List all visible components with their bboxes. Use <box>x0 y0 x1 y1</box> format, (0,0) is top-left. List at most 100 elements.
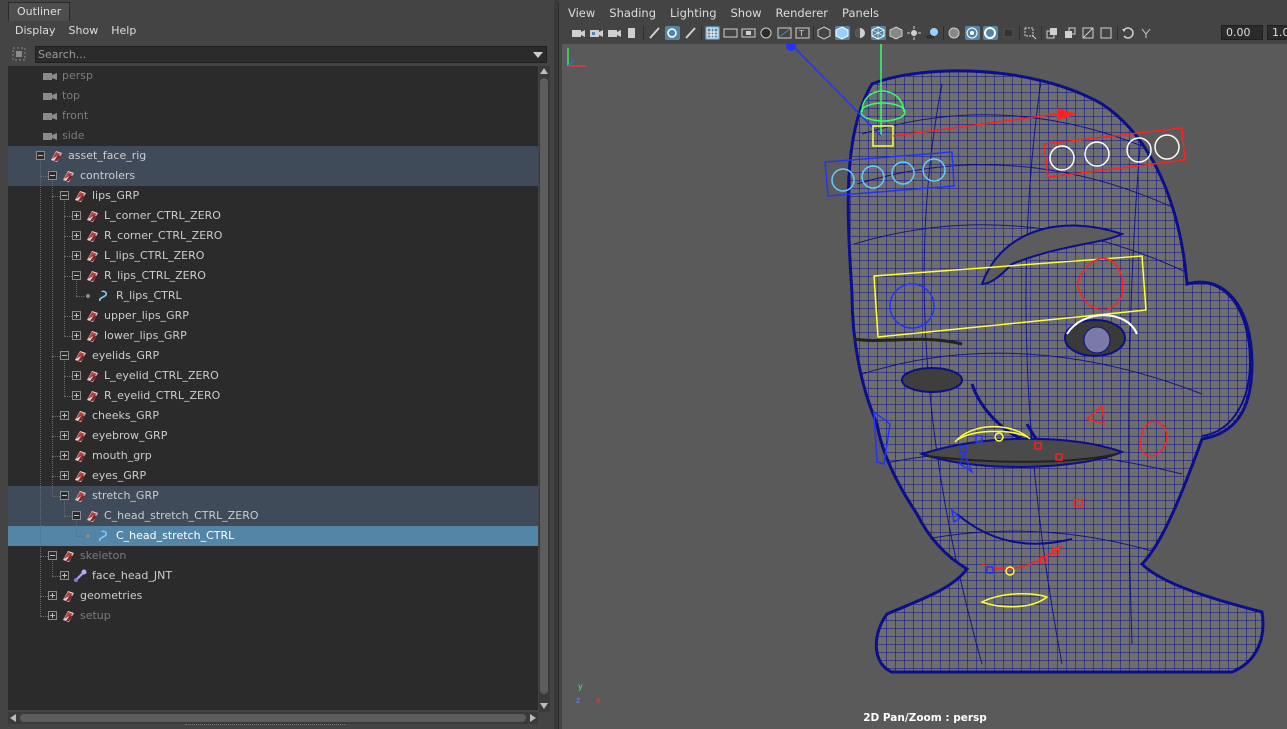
camera-bookmark-icon[interactable] <box>607 26 622 40</box>
pan-zoom-icon[interactable] <box>665 26 680 40</box>
gamma-value-field[interactable] <box>1267 25 1287 40</box>
expand-icon[interactable] <box>72 211 81 220</box>
frame-selected-icon[interactable] <box>1063 26 1078 40</box>
film-gate-icon[interactable] <box>723 26 738 40</box>
expand-icon[interactable] <box>48 611 57 620</box>
vertical-scrollbar[interactable] <box>539 66 550 712</box>
menu-display[interactable]: Display <box>0 21 63 41</box>
toggle-hud-icon[interactable] <box>1023 26 1038 40</box>
camera-select-icon[interactable] <box>571 26 586 40</box>
head-mesh[interactable] <box>846 69 1265 674</box>
outliner-row[interactable]: setup <box>8 606 538 626</box>
collapse-icon[interactable] <box>60 191 69 200</box>
outliner-row[interactable]: L_corner_CTRL_ZERO <box>8 206 538 226</box>
scroll-up-icon[interactable] <box>540 68 548 74</box>
menu-lighting[interactable]: Lighting <box>663 2 723 22</box>
expand-icon[interactable] <box>72 231 81 240</box>
outliner-tab[interactable]: Outliner <box>8 2 71 21</box>
outliner-row[interactable]: cheeks_GRP <box>8 406 538 426</box>
outliner-row[interactable]: C_head_stretch_CTRL_ZERO <box>8 506 538 526</box>
expand-icon[interactable] <box>72 391 81 400</box>
filter-icon[interactable] <box>11 46 27 62</box>
outliner-row[interactable]: geometries <box>8 586 538 606</box>
menu-show[interactable]: Show <box>724 2 769 22</box>
horizontal-scrollbar[interactable] <box>8 712 538 724</box>
outliner-row[interactable]: front <box>8 106 538 126</box>
vertical-scroll-thumb[interactable] <box>540 78 548 694</box>
outliner-tree[interactable]: persp top front side asset_face_rig controler… <box>8 66 538 710</box>
grease-pencil-icon[interactable] <box>647 26 662 40</box>
gamma-icon[interactable] <box>1139 26 1154 40</box>
exposure-icon[interactable] <box>1121 26 1136 40</box>
outliner-row[interactable]: face_head_JNT <box>8 566 538 586</box>
collapse-icon[interactable] <box>36 151 45 160</box>
outliner-row[interactable]: top <box>8 86 538 106</box>
exposure-value-field[interactable] <box>1221 25 1263 40</box>
frame-all-icon[interactable] <box>1045 26 1060 40</box>
outliner-row[interactable]: L_eyelid_CTRL_ZERO <box>8 366 538 386</box>
menu-shading[interactable]: Shading <box>602 2 663 22</box>
smooth-shade-icon[interactable] <box>835 26 850 40</box>
xray-icon[interactable] <box>947 26 962 40</box>
outliner-row[interactable]: lower_lips_GRP <box>8 326 538 346</box>
collapse-icon[interactable] <box>72 271 81 280</box>
sculpt-icon[interactable] <box>683 26 698 40</box>
outliner-row[interactable]: eyelids_GRP <box>8 346 538 366</box>
search-field[interactable] <box>35 46 547 63</box>
outliner-row[interactable]: R_eyelid_CTRL_ZERO <box>8 386 538 406</box>
expand-icon[interactable] <box>60 431 69 440</box>
safe-action-icon[interactable]: T <box>795 26 810 40</box>
expand-icon[interactable] <box>72 371 81 380</box>
resize-grip[interactable] <box>185 724 345 729</box>
select-camera-icon[interactable] <box>1081 26 1096 40</box>
expand-icon[interactable] <box>60 411 69 420</box>
outliner-row[interactable]: mouth_grp <box>8 446 538 466</box>
expand-icon[interactable] <box>72 331 81 340</box>
camera-attributes-icon[interactable] <box>589 26 604 40</box>
search-dropdown-icon[interactable] <box>533 52 543 58</box>
outliner-row[interactable]: eyebrow_GRP <box>8 426 538 446</box>
collapse-icon[interactable] <box>60 491 69 500</box>
outliner-row[interactable]: C_head_stretch_CTRL <box>8 526 538 546</box>
outliner-row[interactable]: L_lips_CTRL_ZERO <box>8 246 538 266</box>
menu-view[interactable]: View <box>559 2 602 22</box>
menu-panels[interactable]: Panels <box>835 2 886 22</box>
textured-icon[interactable] <box>889 26 904 40</box>
wireframe-cube-icon[interactable] <box>817 26 832 40</box>
outliner-row[interactable]: asset_face_rig <box>8 146 538 166</box>
expand-icon[interactable] <box>60 471 69 480</box>
scroll-right-icon[interactable] <box>530 714 536 722</box>
outliner-row[interactable]: lips_GRP <box>8 186 538 206</box>
outliner-row[interactable]: R_lips_CTRL_ZERO <box>8 266 538 286</box>
outliner-row[interactable]: R_corner_CTRL_ZERO <box>8 226 538 246</box>
scroll-down-icon[interactable] <box>540 703 548 709</box>
shadows-icon[interactable] <box>925 26 940 40</box>
xray-components-icon[interactable] <box>983 26 998 40</box>
expand-icon[interactable] <box>72 251 81 260</box>
horizontal-scroll-thumb[interactable] <box>20 714 526 722</box>
resolution-gate-icon[interactable] <box>741 26 756 40</box>
lights-icon[interactable] <box>907 26 922 40</box>
expand-icon[interactable] <box>60 571 69 580</box>
outliner-row[interactable]: stretch_GRP <box>8 486 538 506</box>
collapse-icon[interactable] <box>48 551 57 560</box>
wireframe-on-shaded-icon[interactable] <box>871 26 886 40</box>
collapse-icon[interactable] <box>72 511 81 520</box>
search-input[interactable] <box>38 47 528 62</box>
xray-joints-icon[interactable] <box>965 26 980 40</box>
scroll-left-icon[interactable] <box>10 714 16 722</box>
gate-mask-icon[interactable] <box>759 26 774 40</box>
image-plane-icon[interactable] <box>625 26 640 40</box>
collapse-icon[interactable] <box>48 171 57 180</box>
outliner-row[interactable]: side <box>8 126 538 146</box>
menu-help[interactable]: Help <box>105 21 143 41</box>
menu-renderer[interactable]: Renderer <box>769 2 836 22</box>
outliner-row[interactable]: eyes_GRP <box>8 466 538 486</box>
3d-viewport[interactable]: y z x 2D Pan/Zoom : persp <box>562 44 1287 729</box>
grid-icon[interactable] <box>705 26 720 40</box>
collapse-icon[interactable] <box>60 351 69 360</box>
expand-icon[interactable] <box>60 451 69 460</box>
outliner-row[interactable]: R_lips_CTRL <box>8 286 538 306</box>
manip-z-handle[interactable] <box>786 44 796 51</box>
outliner-row[interactable]: persp <box>8 66 538 86</box>
